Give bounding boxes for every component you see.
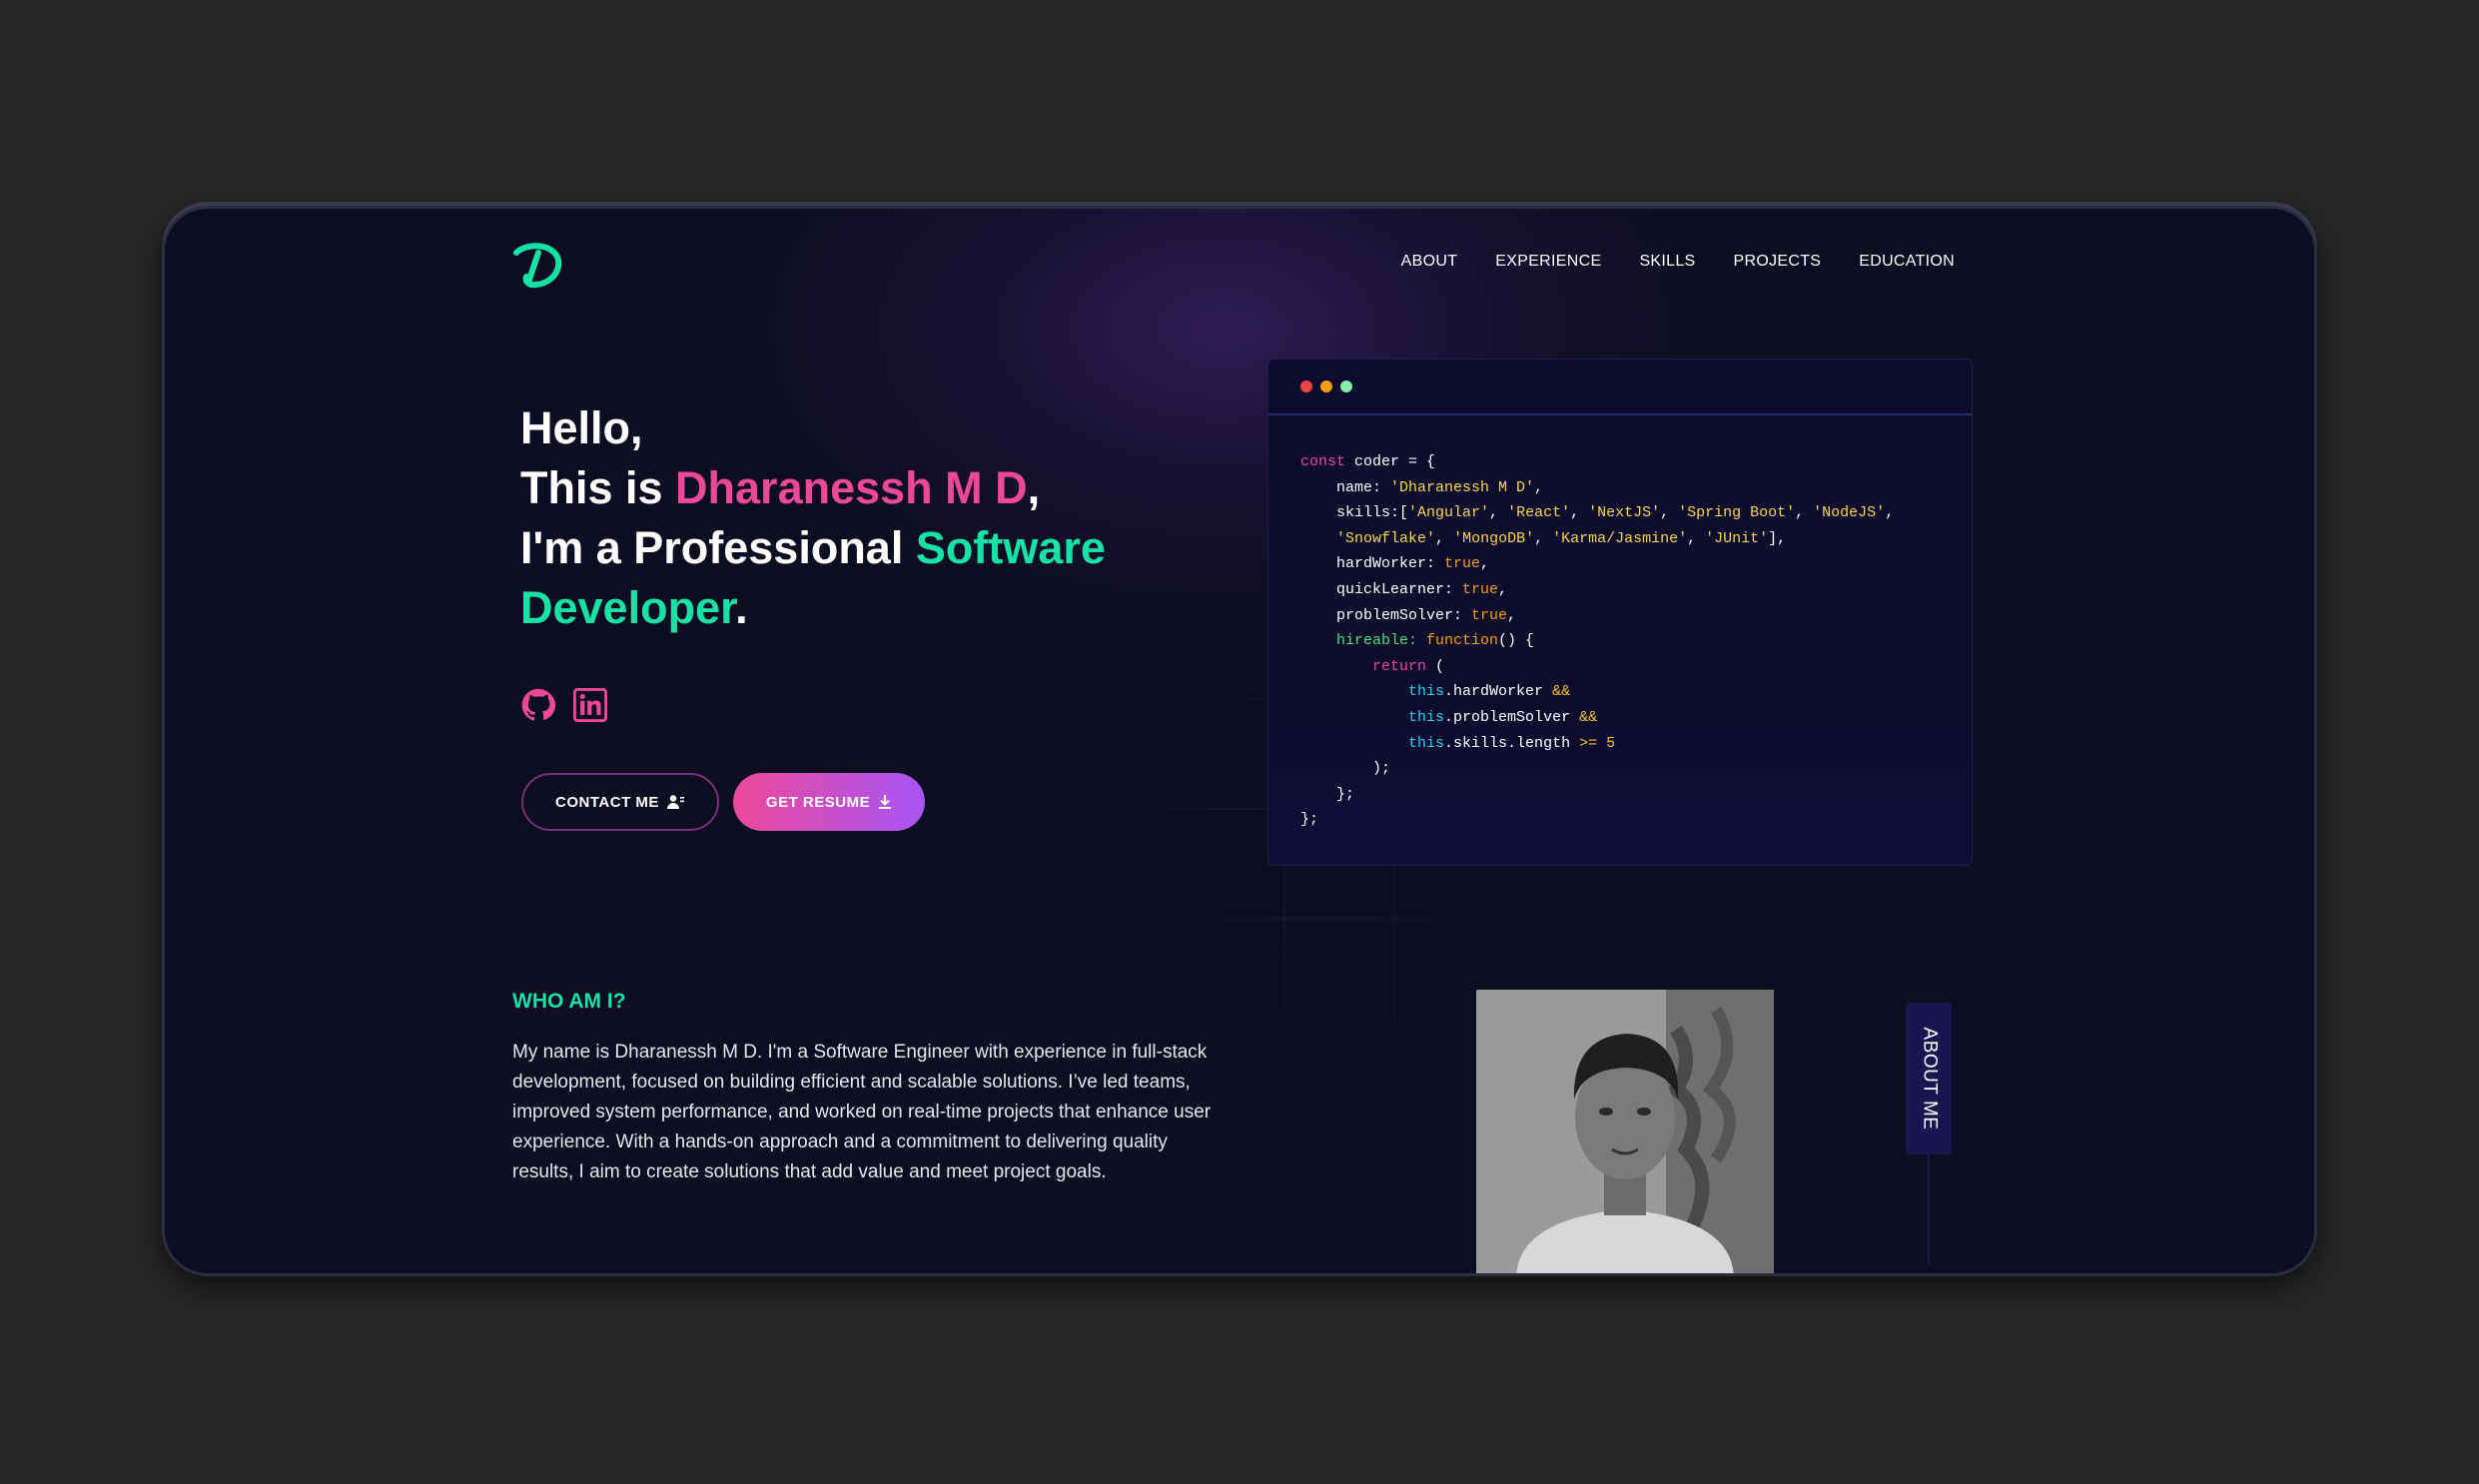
code-token: skills:[ bbox=[1300, 504, 1409, 522]
code-card-titlebar bbox=[1268, 360, 1972, 415]
about-me-side-tab-label: ABOUT ME bbox=[1919, 1027, 1941, 1130]
linkedin-icon[interactable] bbox=[573, 688, 607, 722]
main-nav: ABOUT EXPERIENCE SKILLS PROJECTS EDUCATI… bbox=[1401, 253, 1955, 271]
code-token: function bbox=[1426, 632, 1499, 650]
code-token: true bbox=[1444, 555, 1481, 573]
contact-me-button[interactable]: CONTACT ME bbox=[521, 773, 719, 831]
code-token: hardWorker: bbox=[1300, 555, 1445, 573]
social-links bbox=[521, 688, 607, 722]
hero-name: Dharanessh M D bbox=[675, 462, 1028, 513]
user-contact-icon bbox=[666, 795, 684, 809]
code-token: this bbox=[1408, 734, 1445, 752]
code-snippet: const coder = { name: 'Dharanessh M D', … bbox=[1300, 453, 1895, 829]
code-token: .hardWorker bbox=[1444, 683, 1553, 701]
code-token: this bbox=[1408, 683, 1445, 701]
code-token: hireable: bbox=[1300, 632, 1427, 650]
code-token: }; bbox=[1300, 785, 1355, 803]
profile-photo bbox=[1476, 990, 1774, 1273]
get-resume-label: GET RESUME bbox=[765, 793, 871, 811]
github-icon[interactable] bbox=[521, 688, 555, 722]
code-token: .skills.length bbox=[1444, 734, 1580, 752]
code-token: problemSolver: bbox=[1300, 606, 1472, 624]
about-me-side-tab[interactable]: ABOUT ME bbox=[1906, 1003, 1952, 1154]
browser-frame: ABOUT EXPERIENCE SKILLS PROJECTS EDUCATI… bbox=[162, 206, 2317, 1276]
contact-me-label: CONTACT ME bbox=[555, 793, 659, 811]
code-token: 'NodeJS' bbox=[1813, 504, 1886, 522]
about-text: My name is Dharanessh M D. I'm a Softwar… bbox=[512, 1042, 1212, 1182]
window-dot-green bbox=[1340, 380, 1352, 392]
profile-photo-image bbox=[1476, 990, 1774, 1273]
code-token: && bbox=[1552, 683, 1571, 701]
code-token: coder = { bbox=[1345, 453, 1436, 470]
code-token: true bbox=[1462, 580, 1499, 598]
code-token: 'Karma/Jasmine' bbox=[1552, 529, 1688, 547]
code-token: 'Angular' bbox=[1408, 504, 1490, 522]
code-token: () { bbox=[1498, 632, 1535, 650]
nav-item-skills[interactable]: SKILLS bbox=[1639, 253, 1695, 271]
nav-item-projects[interactable]: PROJECTS bbox=[1734, 253, 1822, 271]
code-token: name: bbox=[1300, 478, 1391, 496]
hero-greeting: Hello, bbox=[520, 402, 643, 453]
code-token: true bbox=[1471, 606, 1508, 624]
window-dot-red bbox=[1300, 380, 1312, 392]
code-token: ( bbox=[1426, 657, 1445, 675]
code-token: }; bbox=[1300, 811, 1319, 829]
hero-actions: CONTACT ME GET RESUME bbox=[521, 773, 925, 831]
code-token: .problemSolver bbox=[1444, 708, 1580, 726]
code-token: this bbox=[1408, 708, 1445, 726]
hero-role-prefix: I'm a Professional bbox=[520, 522, 916, 573]
d-logo-icon[interactable] bbox=[510, 239, 564, 293]
hero-role-line: I'm a Professional Software Developer. bbox=[520, 518, 1160, 638]
download-icon bbox=[879, 795, 892, 809]
code-token: 'Snowflake' bbox=[1336, 529, 1436, 547]
nav-item-experience[interactable]: EXPERIENCE bbox=[1495, 253, 1601, 271]
code-token: const bbox=[1300, 453, 1346, 470]
code-token: 'NextJS' bbox=[1588, 504, 1661, 522]
hero-intro-prefix: This is bbox=[520, 462, 676, 513]
code-token: 'Spring Boot' bbox=[1678, 504, 1796, 522]
about-heading: WHO AM I? bbox=[512, 990, 626, 1013]
hero-intro-line: This is Dharanessh M D, bbox=[520, 458, 1160, 518]
hero-intro-suffix: , bbox=[1027, 462, 1041, 513]
get-resume-button[interactable]: GET RESUME bbox=[733, 773, 925, 831]
code-token: 'MongoDB' bbox=[1453, 529, 1535, 547]
hero-heading: Hello, This is Dharanessh M D, I'm a Pro… bbox=[520, 398, 1160, 638]
code-token: quickLearner: bbox=[1300, 580, 1463, 598]
code-token: ); bbox=[1300, 760, 1391, 778]
code-card: const coder = { name: 'Dharanessh M D', … bbox=[1267, 359, 1973, 866]
code-token: && bbox=[1579, 708, 1598, 726]
side-tab-divider bbox=[1928, 1154, 1930, 1264]
nav-item-education[interactable]: EDUCATION bbox=[1859, 253, 1955, 271]
code-token: >= 5 bbox=[1579, 734, 1616, 752]
code-token: 'JUnit' bbox=[1705, 529, 1769, 547]
code-token: 'React' bbox=[1507, 504, 1571, 522]
code-token: return bbox=[1300, 657, 1427, 675]
code-token: 'Dharanessh M D' bbox=[1390, 478, 1535, 496]
nav-item-about[interactable]: ABOUT bbox=[1401, 253, 1458, 271]
hero-role-suffix: . bbox=[735, 582, 748, 633]
window-dot-yellow bbox=[1320, 380, 1332, 392]
